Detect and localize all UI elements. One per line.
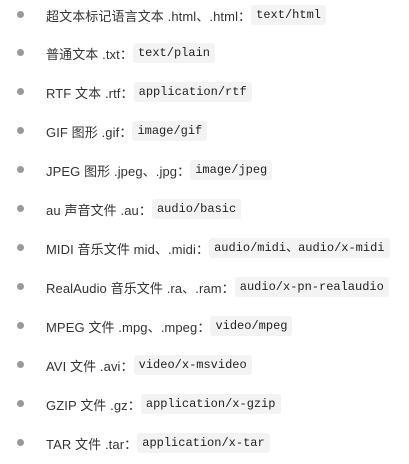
mime-type-code: video/mpeg — [210, 316, 293, 336]
bullet-icon — [17, 88, 24, 95]
mime-type-code: text/html — [251, 5, 326, 25]
mime-type-code: audio/x-pn-realaudio — [234, 277, 389, 297]
list-item: RealAudio 音乐文件 .ra、.ram： audio/x-pn-real… — [0, 274, 389, 300]
mime-type-code: application/x-gzip — [140, 394, 281, 414]
bullet-icon — [17, 400, 24, 407]
mime-type-code: audio/basic — [151, 199, 242, 219]
mime-type-code: image/gif — [132, 121, 208, 141]
mime-type-list: 超文本标记语言文本 .html、.html： text/html 普通文本 .t… — [0, 0, 409, 464]
file-type-label: RealAudio 音乐文件 .ra、.ram： — [46, 280, 235, 296]
file-type-label: AVI 文件 .avi： — [46, 358, 134, 374]
bullet-icon — [17, 322, 24, 329]
mime-type-code: application/rtf — [133, 82, 252, 102]
list-item: MIDI 音乐文件 mid、.midi： audio/midi、audio/x-… — [0, 235, 390, 261]
mime-type-code: text/plain — [132, 43, 215, 63]
list-item: GZIP 文件 .gz： application/x-gzip — [0, 391, 281, 417]
file-type-label: MPEG 文件 .mpg、.mpeg： — [46, 319, 211, 335]
list-item: 超文本标记语言文本 .html、.html： text/html — [0, 2, 326, 28]
list-item: MPEG 文件 .mpg、.mpeg： video/mpeg — [0, 313, 293, 339]
list-item: AVI 文件 .avi： video/x-msvideo — [0, 352, 252, 378]
bullet-icon — [17, 439, 24, 446]
bullet-icon — [17, 244, 24, 251]
bullet-icon — [17, 283, 24, 290]
bullet-icon — [17, 49, 24, 56]
file-type-label: 普通文本 .txt： — [46, 46, 133, 62]
list-item: RTF 文本 .rtf： application/rtf — [0, 79, 252, 105]
file-type-label: JPEG 图形 .jpeg、.jpg： — [46, 163, 191, 179]
bullet-icon — [17, 361, 24, 368]
file-type-label: 超文本标记语言文本 .html、.html： — [46, 8, 252, 24]
bullet-icon — [17, 127, 24, 134]
mime-type-code: image/jpeg — [190, 160, 273, 180]
bullet-icon — [17, 11, 24, 18]
file-type-label: au 声音文件 .au： — [46, 202, 152, 218]
list-item: 普通文本 .txt： text/plain — [0, 40, 215, 66]
bullet-icon — [17, 205, 24, 212]
list-item: JPEG 图形 .jpeg、.jpg： image/jpeg — [0, 157, 273, 183]
list-item: GIF 图形 .gif： image/gif — [0, 118, 208, 144]
file-type-label: MIDI 音乐文件 mid、.midi： — [46, 241, 210, 257]
bullet-icon — [17, 166, 24, 173]
mime-type-code: video/x-msvideo — [133, 355, 252, 375]
file-type-label: RTF 文本 .rtf： — [46, 85, 134, 101]
file-type-label: TAR 文件 .tar： — [46, 436, 138, 452]
mime-type-code: audio/midi、audio/x-midi — [209, 238, 390, 258]
list-item: TAR 文件 .tar： application/x-tar — [0, 430, 270, 456]
file-type-label: GZIP 文件 .gz： — [46, 397, 141, 413]
list-item: au 声音文件 .au： audio/basic — [0, 196, 242, 222]
mime-type-code: application/x-tar — [137, 433, 270, 453]
file-type-label: GIF 图形 .gif： — [46, 124, 133, 140]
